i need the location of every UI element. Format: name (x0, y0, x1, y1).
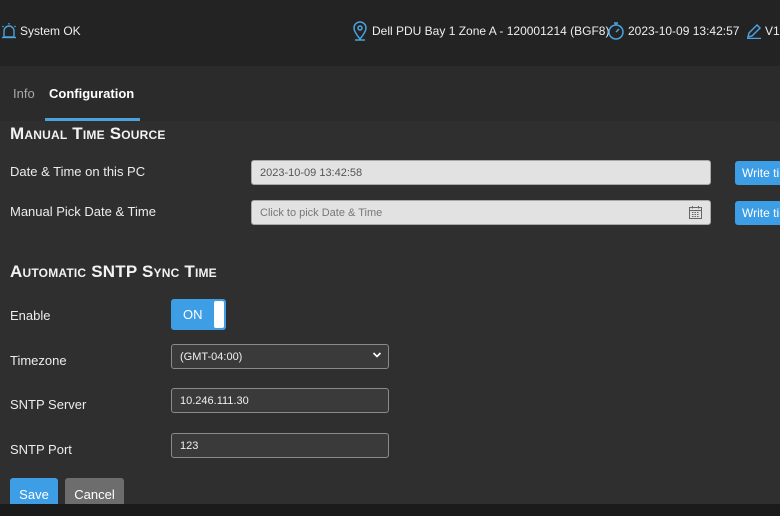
system-status: System OK (0, 0, 81, 62)
pencil-icon (746, 23, 762, 39)
sntp-server-value: 10.246.111.30 (180, 394, 249, 407)
location-pin-icon (352, 21, 368, 41)
sntp-server-input[interactable]: 10.246.111.30 (171, 388, 389, 413)
bottom-edge (0, 504, 780, 516)
firmware-version[interactable]: V1. (746, 0, 780, 62)
pc-time-label: Date & Time on this PC (10, 164, 146, 179)
sntp-server-label: SNTP Server (10, 397, 87, 412)
tab-info[interactable]: Info (13, 86, 35, 101)
manual-time-source-title: Manual Time Source (10, 124, 166, 143)
tab-bar: Info Configuration (0, 66, 780, 121)
sntp-port-input[interactable]: 123 (171, 433, 389, 458)
pc-time-field: 2023-10-09 13:42:58 (251, 160, 711, 185)
manual-pick-label: Manual Pick Date & Time (10, 204, 156, 219)
enable-toggle-text: ON (183, 307, 203, 322)
timezone-select[interactable]: (GMT-04:00) (171, 344, 389, 369)
chevron-down-icon (372, 350, 382, 363)
top-status-bar: System OK Dell PDU Bay 1 Zone A - 120001… (0, 0, 780, 66)
pc-time-value: 2023-10-09 13:42:58 (260, 166, 363, 179)
device-location-text: Dell PDU Bay 1 Zone A - 120001214 (BGF8) (372, 24, 610, 38)
sntp-sync-title: Automatic SNTP Sync Time (10, 262, 217, 281)
device-location: Dell PDU Bay 1 Zone A - 120001214 (BGF8) (352, 0, 609, 62)
sntp-port-label: SNTP Port (10, 442, 72, 457)
alarm-light-icon (0, 22, 18, 40)
manual-pick-placeholder: Click to pick Date & Time (260, 206, 383, 219)
write-manual-time-button[interactable]: Write ti (735, 201, 780, 225)
enable-toggle[interactable]: ON (171, 299, 226, 330)
timezone-value: (GMT-04:00) (180, 350, 243, 363)
stopwatch-icon (607, 21, 625, 41)
system-status-text: System OK (20, 24, 81, 38)
timezone-label: Timezone (10, 353, 67, 368)
calendar-icon[interactable] (689, 206, 702, 222)
device-datetime: 2023-10-09 13:42:57 (607, 0, 739, 62)
device-datetime-text: 2023-10-09 13:42:57 (628, 24, 740, 38)
write-pc-time-button[interactable]: Write ti (735, 161, 780, 185)
configuration-panel: Manual Time Source Date & Time on this P… (0, 121, 780, 510)
sntp-port-value: 123 (180, 439, 199, 452)
firmware-version-text: V1. (765, 24, 780, 38)
manual-pick-field[interactable]: Click to pick Date & Time (251, 200, 711, 225)
toggle-knob (214, 301, 224, 328)
enable-label: Enable (10, 308, 51, 323)
tab-configuration[interactable]: Configuration (49, 86, 134, 101)
